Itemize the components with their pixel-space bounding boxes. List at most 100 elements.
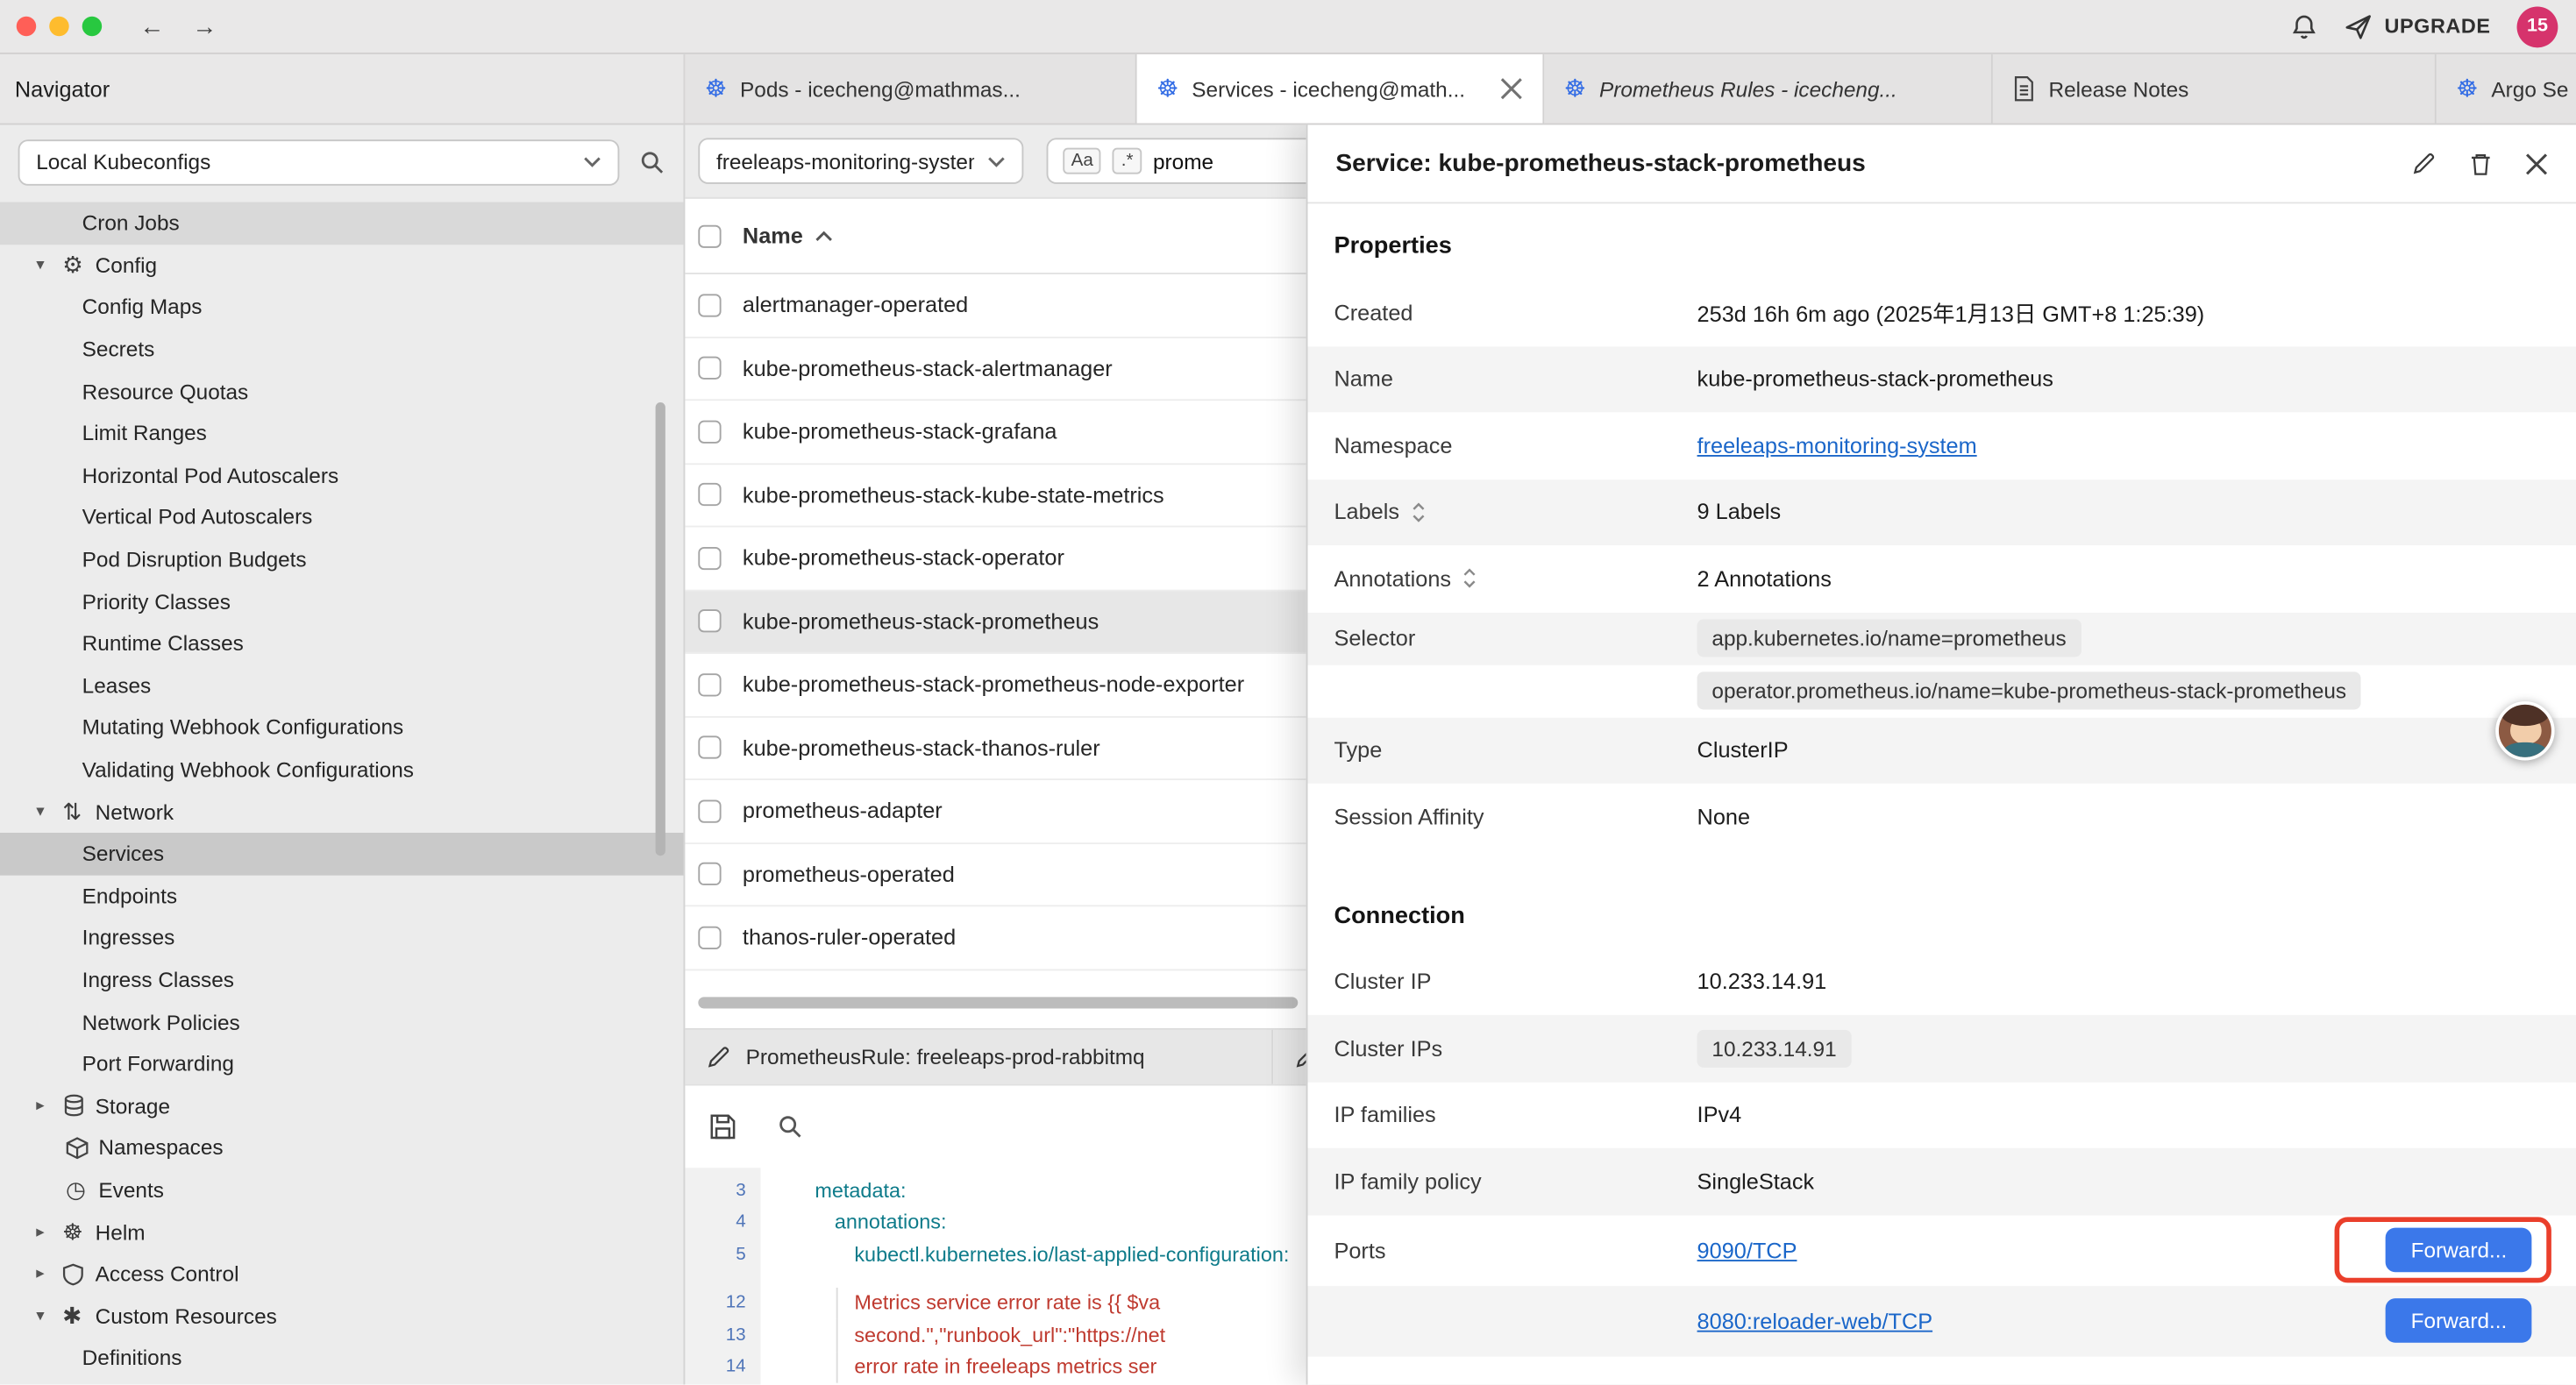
- tree-item[interactable]: Definitions: [0, 1337, 683, 1379]
- row-checkbox[interactable]: [698, 799, 721, 822]
- tree-item[interactable]: Mutating Webhook Configurations: [0, 707, 683, 749]
- zoom-traffic-light[interactable]: [82, 17, 102, 36]
- editor-tab[interactable]: PrometheusRule: freeleaps-prod-rabbitmq: [685, 1030, 1273, 1084]
- sidebar-scrollbar[interactable]: [656, 402, 665, 856]
- tree-item[interactable]: Ingresses: [0, 917, 683, 959]
- tree-item[interactable]: ▸☸Helm: [0, 1211, 683, 1253]
- assistant-avatar[interactable]: [2495, 701, 2554, 760]
- property-row[interactable]: Annotations2 Annotations: [1307, 545, 2576, 612]
- tree-item[interactable]: Port Forwarding: [0, 1043, 683, 1085]
- row-checkbox[interactable]: [698, 673, 721, 696]
- regex-toggle[interactable]: .*: [1113, 148, 1141, 174]
- tree-item[interactable]: Priority Classes: [0, 580, 683, 622]
- row-checkbox[interactable]: [698, 863, 721, 885]
- forward-button[interactable]: Forward...: [2387, 1228, 2532, 1273]
- sidebar-search-button[interactable]: [639, 149, 665, 175]
- close-panel-button[interactable]: [2525, 152, 2548, 174]
- app-tab[interactable]: ☸Prometheus Rules - icecheng...: [1544, 54, 1993, 124]
- tree-item[interactable]: Namespaces: [0, 1126, 683, 1168]
- tree-item[interactable]: Runtime Classes: [0, 622, 683, 664]
- expander-icon[interactable]: [1411, 501, 1426, 523]
- tree-item[interactable]: Cron Jobs: [0, 202, 683, 244]
- property-row[interactable]: IP family policySingleStack: [1307, 1148, 2576, 1215]
- kubeconfig-select[interactable]: Local Kubeconfigs: [18, 138, 620, 184]
- close-traffic-light[interactable]: [17, 17, 36, 36]
- property-row[interactable]: TypeClusterIP: [1307, 717, 2576, 784]
- chevron-down-icon[interactable]: ▾: [36, 1307, 62, 1325]
- app-tab[interactable]: ☸Services - icecheng@math...: [1137, 54, 1545, 124]
- tree-item[interactable]: Ingress Classes: [0, 959, 683, 1001]
- name-column-header[interactable]: Name: [743, 224, 803, 248]
- notifications-bell-icon[interactable]: [2291, 12, 2319, 40]
- minimize-traffic-light[interactable]: [49, 17, 68, 36]
- tree-item[interactable]: Secrets: [0, 328, 683, 370]
- tree-item[interactable]: Network Policies: [0, 1001, 683, 1043]
- chevron-down-icon[interactable]: ▾: [36, 256, 62, 274]
- property-row[interactable]: Cluster IPs10.233.14.91: [1307, 1015, 2576, 1082]
- tree-item[interactable]: Vertical Pod Autoscalers: [0, 496, 683, 538]
- tree-item[interactable]: Validating Webhook Configurations: [0, 749, 683, 791]
- horizontal-scrollbar[interactable]: [698, 997, 1298, 1008]
- property-row[interactable]: Ports9090/TCPForward...: [1307, 1215, 2576, 1286]
- match-case-toggle[interactable]: Aa: [1063, 148, 1101, 174]
- tree-item[interactable]: ▸Access Control: [0, 1253, 683, 1295]
- tree-item[interactable]: Resource Quotas: [0, 370, 683, 412]
- property-label: Created: [1334, 300, 1697, 324]
- editor-search-button[interactable]: [777, 1113, 803, 1140]
- port-link[interactable]: 8080:reloader-web/TCP: [1697, 1308, 1933, 1332]
- tree-item[interactable]: Horizontal Pod Autoscalers: [0, 454, 683, 496]
- property-row[interactable]: IP familiesIPv4: [1307, 1082, 2576, 1148]
- delete-button[interactable]: [2467, 150, 2494, 176]
- row-checkbox[interactable]: [698, 546, 721, 569]
- tree-item[interactable]: ▾⚙Config: [0, 244, 683, 286]
- tree-item[interactable]: ▾✱Custom Resources: [0, 1295, 683, 1337]
- row-checkbox[interactable]: [698, 420, 721, 443]
- tree-item[interactable]: Leases: [0, 664, 683, 707]
- property-row[interactable]: Namespacefreeleaps-monitoring-system: [1307, 412, 2576, 479]
- expander-icon[interactable]: [1462, 567, 1477, 590]
- tree-item[interactable]: Endpoints: [0, 875, 683, 917]
- property-row[interactable]: Cluster IP10.233.14.91: [1307, 948, 2576, 1015]
- close-tab-icon[interactable]: [1500, 77, 1523, 100]
- property-row[interactable]: Created253d 16h 6m ago (2025年1月13日 GMT+8…: [1307, 280, 2576, 346]
- row-checkbox[interactable]: [698, 610, 721, 633]
- property-row[interactable]: Labels9 Labels: [1307, 479, 2576, 545]
- property-row[interactable]: operator.prometheus.io/name=kube-prometh…: [1307, 664, 2576, 717]
- tree-item[interactable]: Limit Ranges: [0, 412, 683, 454]
- property-row[interactable]: Namekube-prometheus-stack-prometheus: [1307, 345, 2576, 412]
- tree-item[interactable]: Services: [0, 833, 683, 875]
- chevron-right-icon[interactable]: ▸: [36, 1223, 62, 1241]
- row-checkbox[interactable]: [698, 736, 721, 759]
- port-link[interactable]: 9090/TCP: [1697, 1238, 1797, 1262]
- tree-item[interactable]: ▸Storage: [0, 1085, 683, 1127]
- forward-button[interactable]: →: [192, 12, 217, 40]
- namespace-select[interactable]: freeleaps-monitoring-system: [698, 138, 1023, 183]
- chevron-right-icon[interactable]: ▸: [36, 1097, 62, 1115]
- tree-item[interactable]: ▾⇅Network: [0, 791, 683, 833]
- app-tab[interactable]: Release Notes: [1993, 54, 2437, 124]
- select-all-checkbox[interactable]: [698, 224, 721, 247]
- row-checkbox[interactable]: [698, 926, 721, 948]
- sort-ascending-icon[interactable]: [815, 229, 833, 242]
- tree-item[interactable]: ◷Events: [0, 1168, 683, 1211]
- app-tab[interactable]: ☸Pods - icecheng@mathmas...: [685, 54, 1136, 124]
- property-row[interactable]: Selectorapp.kubernetes.io/name=prometheu…: [1307, 612, 2576, 664]
- forward-button[interactable]: Forward...: [2387, 1298, 2532, 1343]
- row-checkbox[interactable]: [698, 294, 721, 316]
- save-button[interactable]: [708, 1112, 738, 1142]
- property-row[interactable]: 8080:reloader-web/TCP Forward...: [1307, 1285, 2576, 1356]
- chevron-right-icon[interactable]: ▸: [36, 1265, 62, 1283]
- property-row[interactable]: Session AffinityNone: [1307, 784, 2576, 850]
- upgrade-button[interactable]: UPGRADE: [2345, 12, 2491, 40]
- back-button[interactable]: ←: [139, 12, 164, 40]
- notification-count-badge[interactable]: 15: [2517, 6, 2558, 47]
- edit-button[interactable]: [2412, 151, 2437, 175]
- row-checkbox[interactable]: [698, 483, 721, 506]
- app-tab[interactable]: ☸Argo Se: [2437, 54, 2576, 124]
- tree-item[interactable]: Config Maps: [0, 286, 683, 328]
- chevron-down-icon[interactable]: ▾: [36, 803, 62, 821]
- tree-item[interactable]: Pod Disruption Budgets: [0, 538, 683, 580]
- namespace-link[interactable]: freeleaps-monitoring-system: [1697, 433, 1977, 458]
- row-checkbox[interactable]: [698, 357, 721, 380]
- value-text: ClusterIP: [1697, 738, 1789, 763]
